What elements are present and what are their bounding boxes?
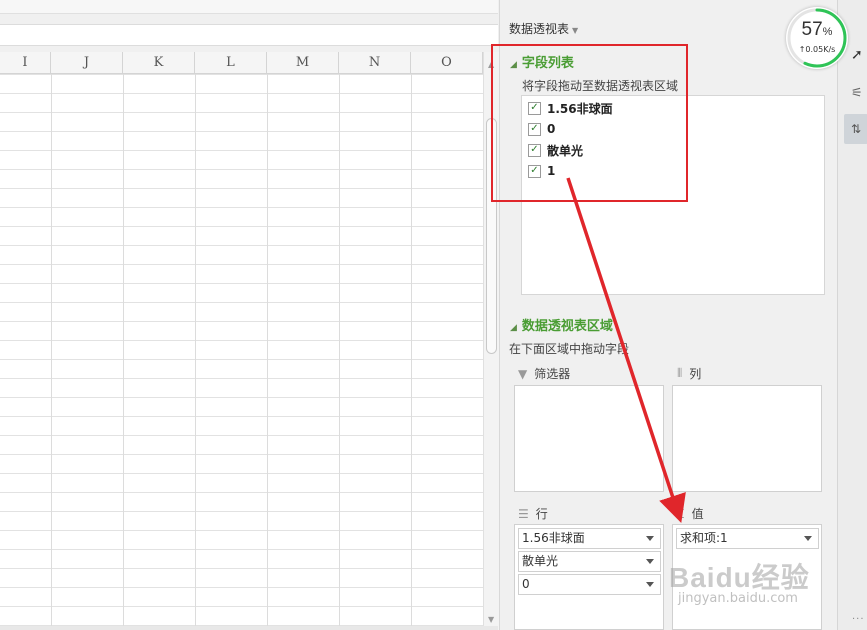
watermark-url: jingyan.baidu.com [678, 591, 798, 606]
annotation-arrow [566, 177, 686, 523]
watermark-logo: Baidu经验 [669, 562, 810, 593]
app-window: I J K L M N O ▲ ▼ 数据透视表 ▼ ◢ 字段列表 将字段拖动至数据透… [0, 0, 867, 630]
